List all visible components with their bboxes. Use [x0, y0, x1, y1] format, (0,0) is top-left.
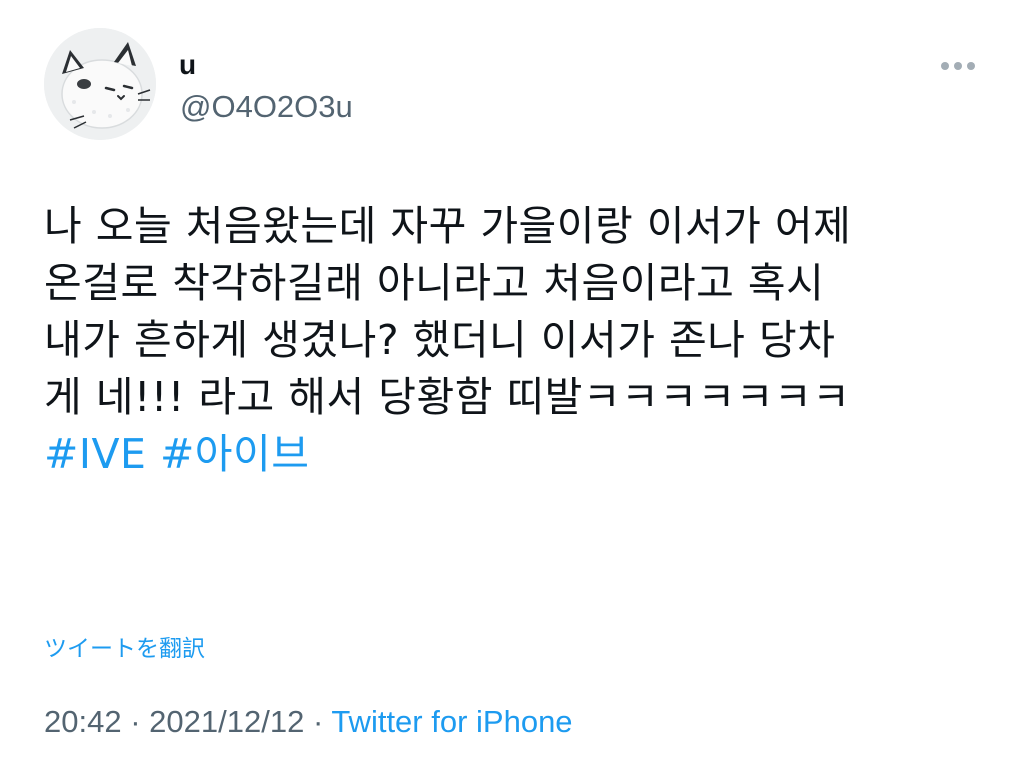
- tweet-time[interactable]: 20:42: [44, 704, 122, 739]
- tweet-meta: 20:42 · 2021/12/12 · Twitter for iPhone: [44, 702, 573, 742]
- tweet-text-line: 나 오늘 처음왔는데 자꾸 가을이랑 이서가 어제: [44, 202, 852, 250]
- meta-separator: ·: [130, 704, 141, 739]
- more-horizontal-icon: [941, 62, 975, 70]
- tweet-text-line: 게 네!!! 라고 해서 당황함 띠발ㅋㅋㅋㅋㅋㅋㅋ: [44, 373, 851, 421]
- author-handle[interactable]: @O4O2O3u: [180, 88, 353, 126]
- meta-separator: ·: [312, 704, 324, 739]
- tweet-date[interactable]: 2021/12/12: [149, 704, 304, 739]
- hashtag-row: #IVE #아이브: [44, 426, 994, 483]
- cat-avatar-icon: [44, 28, 156, 140]
- author-name[interactable]: u: [179, 48, 196, 82]
- tweet-text-line: 내가 흔하게 생겼나? 했더니 이서가 존나 당차: [44, 316, 836, 364]
- more-button[interactable]: [932, 48, 984, 84]
- tweet-text-line: 온걸로 착각하길래 아니라고 처음이라고 혹시: [44, 259, 825, 307]
- avatar[interactable]: [44, 28, 156, 140]
- translate-tweet-link[interactable]: ツイートを翻訳: [44, 634, 205, 664]
- tweet-text: 나 오늘 처음왔는데 자꾸 가을이랑 이서가 어제 온걸로 착각하길래 아니라고…: [44, 198, 994, 483]
- tweet-source-link[interactable]: Twitter for iPhone: [331, 704, 572, 739]
- hashtag-link[interactable]: #IVE: [44, 430, 146, 478]
- tweet-card: u @O4O2O3u 나 오늘 처음왔는데 자꾸 가을이랑 이서가 어제 온걸로…: [0, 0, 1024, 768]
- hashtag-link[interactable]: #아이브: [160, 430, 310, 478]
